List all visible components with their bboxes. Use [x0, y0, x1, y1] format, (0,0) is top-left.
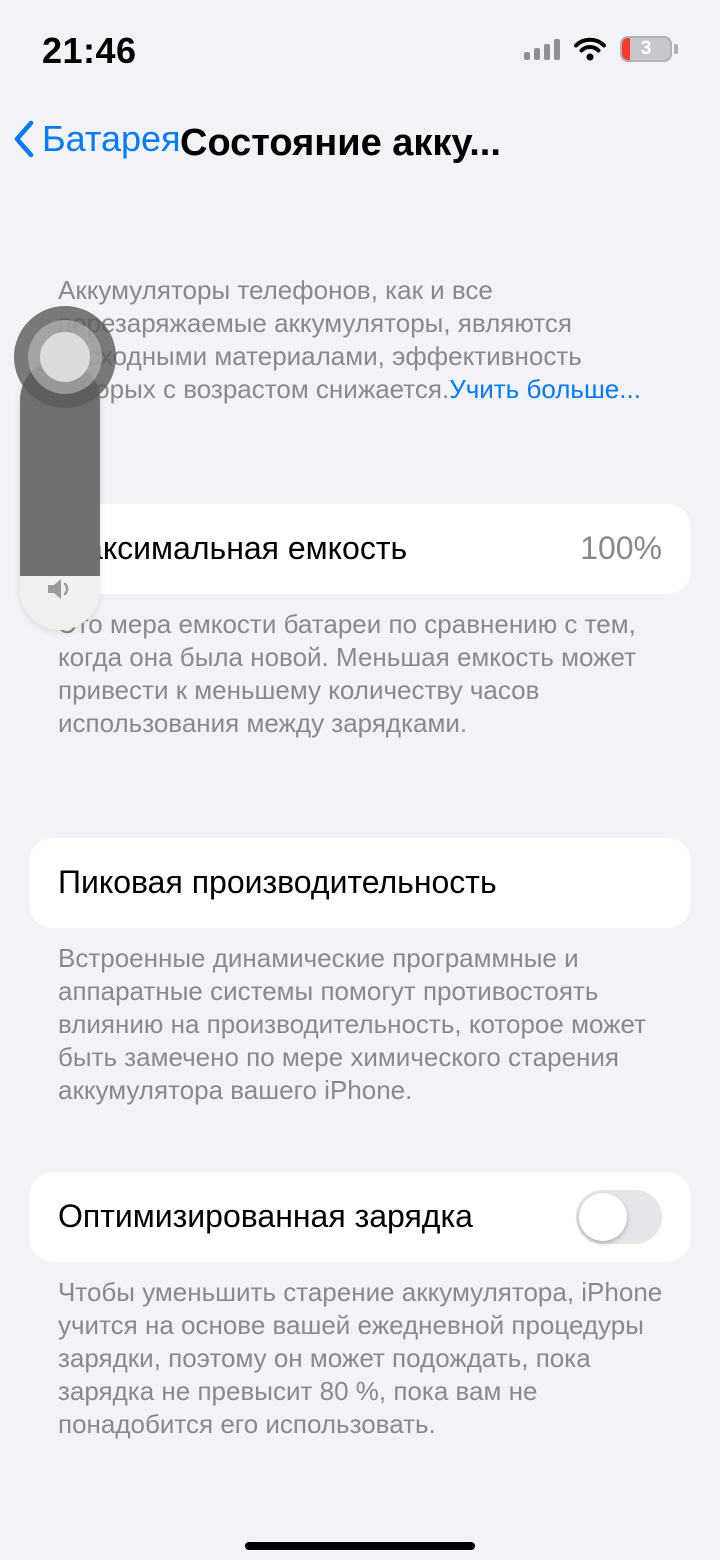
home-indicator[interactable]: [245, 1542, 475, 1550]
optimized-charging-label: Оптимизированная зарядка: [58, 1198, 473, 1234]
page-title: Состояние акку...: [180, 122, 501, 164]
optimized-charging-toggle[interactable]: [576, 1190, 662, 1244]
battery-level: 3: [640, 38, 652, 59]
back-label: Батарея: [42, 118, 181, 159]
max-capacity-row: Максимальная емкость 100%: [30, 504, 690, 594]
status-icons: 3: [524, 36, 678, 62]
battery-icon: 3: [620, 36, 672, 62]
peak-performance-row[interactable]: Пиковая производительность: [30, 838, 690, 928]
assistive-touch-button[interactable]: [14, 306, 116, 408]
intro-text: Аккумуляторы телефонов, как и все переза…: [58, 274, 668, 406]
peak-performance-footnote: Встроенные динамические программные и ап…: [58, 943, 647, 1105]
max-capacity-label: Максимальная емкость: [58, 530, 408, 566]
status-bar: 21:46 3: [0, 0, 720, 100]
back-button[interactable]: Батарея: [12, 118, 181, 160]
wifi-icon: [574, 37, 606, 61]
battery-tip: [674, 44, 678, 54]
toggle-knob: [579, 1193, 627, 1241]
cellular-signal-icon: [524, 38, 560, 60]
optimized-charging-footnote: Чтобы уменьшить старение аккумулятора, i…: [58, 1277, 663, 1439]
optimized-charging-row: Оптимизированная зарядка: [30, 1172, 690, 1262]
status-time: 21:46: [42, 30, 137, 71]
max-capacity-value: 100%: [580, 530, 662, 566]
learn-more-link[interactable]: Учить больше...: [449, 374, 641, 404]
assistive-touch-icon: [40, 332, 90, 382]
navigation-bar: Батарея Состояние акку...: [0, 110, 720, 180]
peak-performance-label: Пиковая производительность: [58, 864, 497, 900]
speaker-icon: [48, 579, 69, 599]
chevron-left-icon: [14, 120, 34, 158]
max-capacity-footnote: Это мера емкости батареи по сравнению с …: [58, 609, 637, 738]
